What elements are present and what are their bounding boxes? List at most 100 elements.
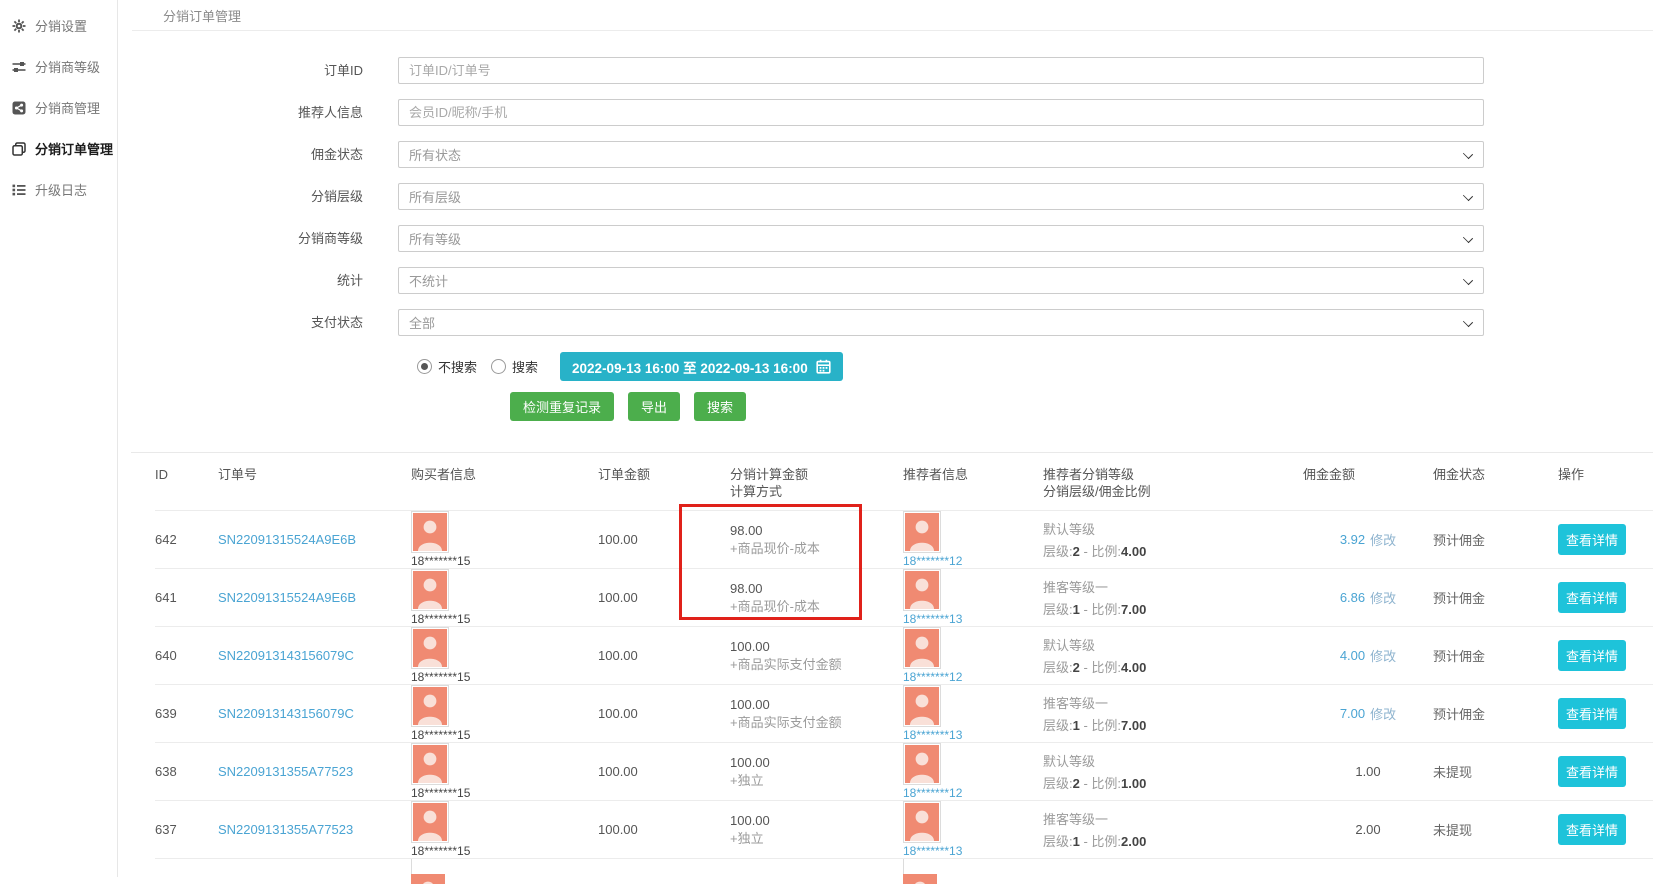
view-details-button[interactable]: 查看详情 [1558,814,1626,845]
buyer-phone: 18*******15 [411,670,470,684]
share-icon [12,101,26,115]
table-row-partial [155,858,1653,884]
order-no-link[interactable]: SN22091315524A9E6B [218,532,411,547]
search-label[interactable]: 搜索 [512,357,538,376]
referrer-level-name: 推客等级一 [1043,577,1108,596]
referrer-phone-link[interactable]: 18*******12 [903,670,962,684]
field-label: 分销商等级 [118,225,363,252]
commission-status: 预计佣金 [1433,646,1558,665]
referrer-phone-link[interactable]: 18*******12 [903,786,962,800]
statistics-select[interactable]: 不统计 [398,267,1484,294]
referrer-level-name: 默认等级 [1043,519,1095,538]
buyer-avatar [411,801,449,843]
distributor-level-select[interactable]: 所有等级 [398,225,1484,252]
calc-amount: 98.00 [730,523,763,538]
order-no-link[interactable]: SN22091315524A9E6B [218,590,411,605]
modify-link[interactable]: 修改 [1370,704,1396,723]
order-no-link[interactable]: SN2209131355A77523 [218,764,411,779]
search-mode-row: 不搜索 搜索 2022-09-13 16:00 至 2022-09-13 16:… [417,352,1653,381]
payment-status-select[interactable]: 全部 [398,309,1484,336]
column-header-status: 佣金状态 [1433,466,1558,500]
referrer-level-detail: 层级:2 - 比例:1.00 [1043,773,1146,792]
sidebar-item-upgrade-log[interactable]: 升级日志 [0,169,117,210]
modify-link[interactable]: 修改 [1370,588,1396,607]
detect-duplicates-button[interactable]: 检测重复记录 [510,392,614,421]
commission-amount: 3.92 [1340,532,1365,547]
sliders-icon [12,60,26,74]
field-label: 支付状态 [118,309,363,336]
sidebar-item-label: 分销商等级 [35,57,100,76]
main-content: 分销订单管理 订单ID 推荐人信息 佣金状态 所有状态 分销层级 [118,0,1653,877]
calc-method: +商品现价-成本 [730,596,820,615]
calendar-icon [816,359,831,374]
column-header-commission: 佣金金额 [1303,466,1433,500]
column-header-id: ID [155,466,218,500]
filter-form: 订单ID 推荐人信息 佣金状态 所有状态 分销层级 所有层级 [118,57,1653,421]
sidebar-item-distribution-settings[interactable]: 分销设置 [0,5,117,46]
view-details-button[interactable]: 查看详情 [1558,698,1626,729]
view-details-button[interactable]: 查看详情 [1558,582,1626,613]
row-id: 639 [155,706,218,721]
calc-method: +商品实际支付金额 [730,654,842,673]
calc-amount: 100.00 [730,639,770,654]
buyer-avatar [411,743,449,785]
referrer-phone-link[interactable]: 18*******12 [903,554,962,568]
order-amount: 100.00 [598,532,730,547]
commission-status: 预计佣金 [1433,588,1558,607]
search-button[interactable]: 搜索 [694,392,746,421]
column-header-order-no: 订单号 [218,466,411,500]
referrer-info-input[interactable] [398,99,1484,126]
commission-status-select[interactable]: 所有状态 [398,141,1484,168]
buyer-phone: 18*******15 [411,728,470,742]
referrer-avatar [903,858,1043,884]
sidebar-item-label: 升级日志 [35,180,87,199]
table-header-row: ID 订单号 购买者信息 订单金额 分销计算金额 计算方式 推荐者信息 推荐者分… [155,453,1653,510]
referrer-avatar [903,801,941,843]
order-no-link[interactable]: SN220913143156079C [218,648,411,663]
column-header-referrer: 推荐者信息 [903,466,1043,500]
calc-amount: 100.00 [730,813,770,828]
referrer-phone-link[interactable]: 18*******13 [903,612,962,626]
commission-amount: 4.00 [1340,648,1365,663]
column-header-level: 推荐者分销等级 分销层级/佣金比例 [1043,466,1303,500]
referrer-avatar [903,511,941,553]
order-no-link[interactable]: SN2209131355A77523 [218,822,411,837]
referrer-phone-link[interactable]: 18*******13 [903,728,962,742]
search-radio[interactable] [491,359,506,374]
date-range-button[interactable]: 2022-09-13 16:00 至 2022-09-13 16:00 [560,352,843,381]
referrer-phone-link[interactable]: 18*******13 [903,844,962,858]
sidebar-item-distributor-level[interactable]: 分销商等级 [0,46,117,87]
calc-amount: 98.00 [730,581,763,596]
referrer-level-name: 推客等级一 [1043,693,1108,712]
view-details-button[interactable]: 查看详情 [1558,524,1626,555]
modify-link[interactable]: 修改 [1370,530,1396,549]
referrer-avatar [903,627,941,669]
commission-status: 未提现 [1433,820,1558,839]
distribution-layer-select[interactable]: 所有层级 [398,183,1484,210]
order-no-link[interactable]: SN220913143156079C [218,706,411,721]
field-label: 佣金状态 [118,141,363,168]
no-search-label[interactable]: 不搜索 [438,357,477,376]
view-details-button[interactable]: 查看详情 [1558,640,1626,671]
modify-link[interactable]: 修改 [1370,646,1396,665]
order-amount: 100.00 [598,706,730,721]
view-details-button[interactable]: 查看详情 [1558,756,1626,787]
field-label: 统计 [118,267,363,294]
no-search-radio[interactable] [417,359,432,374]
page-title: 分销订单管理 [163,6,241,25]
sidebar-item-distributor-management[interactable]: 分销商管理 [0,87,117,128]
commission-status: 预计佣金 [1433,704,1558,723]
buyer-avatar [411,569,449,611]
calc-method: +商品实际支付金额 [730,712,842,731]
field-label: 订单ID [118,57,363,84]
calc-amount: 100.00 [730,697,770,712]
export-button[interactable]: 导出 [628,392,680,421]
referrer-level-detail: 层级:1 - 比例:2.00 [1043,831,1146,850]
commission-amount: 1.00 [1355,764,1380,779]
sidebar-item-distribution-orders[interactable]: 分销订单管理 [0,128,117,169]
buyer-phone: 18*******15 [411,554,470,568]
buyer-phone: 18*******15 [411,612,470,626]
row-id: 641 [155,590,218,605]
order-id-input[interactable] [398,57,1484,84]
sidebar-item-label: 分销设置 [35,16,87,35]
